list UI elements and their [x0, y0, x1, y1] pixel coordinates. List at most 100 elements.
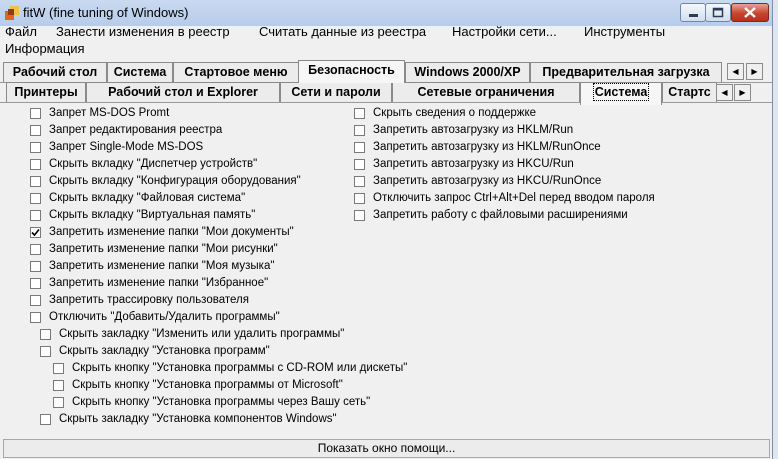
arrow-right-icon: ▶: [751, 67, 758, 76]
tab-windows-2000-xp[interactable]: Windows 2000/XP: [405, 62, 530, 82]
subtab-printers[interactable]: Принтеры: [6, 82, 86, 102]
tab-system[interactable]: Система: [107, 62, 173, 82]
checkbox-box[interactable]: [30, 142, 41, 153]
checkbox-label: Запрет редактирования реестра: [49, 124, 223, 136]
tab-label: Рабочий стол: [12, 65, 98, 79]
desktop-edge: [773, 0, 778, 459]
checkbox-box[interactable]: [40, 414, 51, 425]
menu-tools[interactable]: Инструменты: [584, 24, 665, 39]
tab-desktop[interactable]: Рабочий стол: [3, 62, 107, 82]
checkbox-box[interactable]: [30, 227, 41, 238]
checkbox-box[interactable]: [354, 159, 365, 170]
checkbox-label: Запретить автозагрузку из HKLM/Run: [373, 124, 574, 136]
tab-start-menu[interactable]: Стартовое меню: [173, 62, 299, 82]
minimize-icon: [689, 14, 698, 17]
menu-write-registry[interactable]: Занести изменения в реестр: [56, 24, 230, 39]
menu-info[interactable]: Информация: [5, 41, 85, 56]
top-tab-row: Рабочий стол Система Стартовое меню Безо…: [0, 60, 772, 83]
subtab-scroll-left-button[interactable]: ◀: [716, 84, 733, 101]
title-bar[interactable]: fitW (fine tuning of Windows): [0, 0, 772, 26]
checkbox-label: Скрыть кнопку "Установка программы через…: [72, 396, 371, 408]
checkbox-label: Скрыть вкладку "Диспетчер устройств": [49, 158, 258, 170]
checkbox-label: Скрыть сведения о поддержке: [373, 107, 537, 119]
checkbox-box[interactable]: [30, 261, 41, 272]
subtab-desktop-explorer[interactable]: Рабочий стол и Explorer: [86, 82, 280, 102]
subtab-label: Рабочий стол и Explorer: [108, 85, 258, 99]
checkbox-box[interactable]: [30, 244, 41, 255]
minimize-button[interactable]: [680, 3, 706, 22]
checkbox-label: Запретить автозагрузку из HKCU/RunOnce: [373, 175, 602, 187]
subtab-startup[interactable]: Стартс: [662, 82, 717, 102]
checkbox-box[interactable]: [30, 125, 41, 136]
tab-scroll-right-button[interactable]: ▶: [746, 63, 763, 80]
tab-label: Стартовое меню: [184, 65, 288, 79]
checkbox-label: Запретить работу с файловыми расширениям…: [373, 209, 628, 221]
subtab-system[interactable]: Система: [580, 82, 662, 105]
close-icon: [744, 7, 756, 18]
menu-file[interactable]: Файл: [5, 24, 37, 39]
checkbox-box[interactable]: [40, 329, 51, 340]
checkbox-box[interactable]: [30, 210, 41, 221]
checkbox-box[interactable]: [30, 108, 41, 119]
checkbox-label: Скрыть вкладку "Конфигурация оборудовани…: [49, 175, 301, 187]
checkbox-label: Запретить изменение папки "Избранное": [49, 277, 269, 289]
checkbox-box[interactable]: [30, 193, 41, 204]
tab-label: Предварительная загрузка: [542, 65, 710, 79]
checkbox-box[interactable]: [354, 142, 365, 153]
checkbox-label: Отключить запрос Ctrl+Alt+Del перед ввод…: [373, 192, 655, 204]
help-button[interactable]: Показать окно помощи...: [3, 439, 770, 458]
checkbox-label: Скрыть кнопку "Установка программы от Mi…: [72, 379, 343, 391]
options-panel: Запрет MS-DOS Promt Запрет редактировани…: [8, 104, 768, 434]
window-title: fitW (fine tuning of Windows): [23, 5, 189, 20]
checkbox-label: Запретить автозагрузку из HKLM/RunOnce: [373, 141, 601, 153]
arrow-left-icon: ◀: [721, 88, 728, 97]
tab-label: Безопасность: [308, 63, 395, 77]
subtab-label: Принтеры: [14, 85, 78, 99]
tab-label: Windows 2000/XP: [414, 65, 521, 79]
maximize-icon: [712, 7, 724, 18]
checkbox-label: Отключить "Добавить/Удалить программы": [49, 311, 280, 323]
checkbox-box[interactable]: [354, 125, 365, 136]
checkbox-label: Скрыть закладку "Установка программ": [59, 345, 270, 357]
subtab-label: Система: [592, 83, 650, 101]
checkbox-label: Запретить автозагрузку из HKCU/Run: [373, 158, 574, 170]
checkbox-box[interactable]: [53, 380, 64, 391]
checkbox-box[interactable]: [53, 363, 64, 374]
checkmark-icon: [31, 228, 40, 237]
checkbox-label: Запретить изменение папки "Моя музыка": [49, 260, 275, 272]
subtab-scroll-right-button[interactable]: ▶: [734, 84, 751, 101]
checkbox-box[interactable]: [354, 193, 365, 204]
menu-network-settings[interactable]: Настройки сети...: [452, 24, 557, 39]
checkbox-label: Скрыть закладку "Установка компонентов W…: [59, 413, 337, 425]
menu-read-registry[interactable]: Считать данные из реестра: [259, 24, 426, 39]
checkbox-box[interactable]: [354, 210, 365, 221]
maximize-button[interactable]: [705, 3, 731, 22]
subtab-networks-passwords[interactable]: Сети и пароли: [280, 82, 392, 102]
checkbox-label: Скрыть вкладку "Виртуальная память": [49, 209, 256, 221]
checkbox-label: Запретить трассировку пользователя: [49, 294, 249, 306]
checkbox-label: Запрет MS-DOS Promt: [49, 107, 170, 119]
checkbox-label: Запретить изменение папки "Мои рисунки": [49, 243, 278, 255]
checkbox-box[interactable]: [30, 295, 41, 306]
checkbox-box[interactable]: [30, 312, 41, 323]
tab-prefetch[interactable]: Предварительная загрузка: [530, 62, 722, 82]
subtab-label: Стартс: [668, 85, 711, 99]
tab-security[interactable]: Безопасность: [298, 60, 405, 83]
checkbox-box[interactable]: [354, 108, 365, 119]
checkbox-box[interactable]: [40, 346, 51, 357]
checkbox-box[interactable]: [53, 397, 64, 408]
checkbox-box[interactable]: [30, 278, 41, 289]
checkbox-box[interactable]: [354, 176, 365, 187]
subtab-label: Сетевые ограничения: [417, 85, 555, 99]
checkbox-box[interactable]: [30, 159, 41, 170]
tab-label: Система: [113, 65, 167, 79]
tab-scroll-left-button[interactable]: ◀: [727, 63, 744, 80]
checkbox-label: Скрыть кнопку "Установка программы с CD-…: [72, 362, 408, 374]
sub-tab-row: Принтеры Рабочий стол и Explorer Сети и …: [0, 82, 772, 105]
subtab-network-restrictions[interactable]: Сетевые ограничения: [392, 82, 580, 102]
checkbox-box[interactable]: [30, 176, 41, 187]
close-button[interactable]: [731, 3, 769, 22]
checkbox-label: Запрет Single-Mode MS-DOS: [49, 141, 204, 153]
app-icon: [5, 6, 19, 20]
app-window: fitW (fine tuning of Windows) Файл Занес…: [0, 0, 773, 459]
